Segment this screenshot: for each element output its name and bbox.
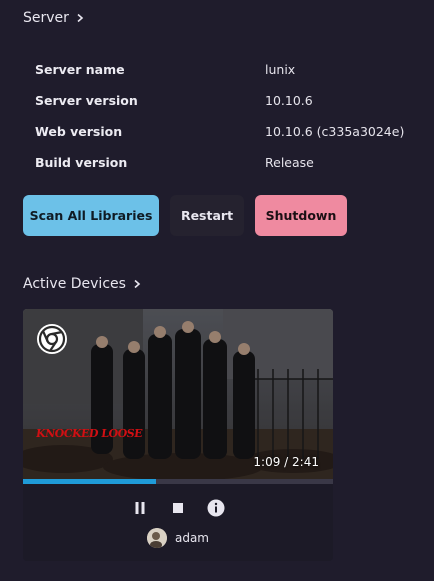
server-version-row: Server version 10.10.6 — [35, 85, 425, 116]
server-section-title[interactable]: Server — [23, 10, 85, 26]
dashboard-page: Server Server name lunix Server version … — [0, 0, 434, 581]
session-user: adam — [23, 527, 333, 549]
playback-progress-fill — [23, 479, 157, 484]
server-name-row: Server name lunix — [35, 54, 425, 85]
server-name-label: Server name — [35, 62, 125, 77]
pause-icon — [135, 502, 145, 514]
web-version-label: Web version — [35, 124, 123, 139]
server-version-value: 10.10.6 — [265, 93, 313, 108]
web-version-row: Web version 10.10.6 (c335a3024e) — [35, 116, 425, 147]
active-devices-section-title[interactable]: Active Devices — [23, 276, 142, 292]
server-title-label: Server — [23, 10, 69, 26]
chevron-right-icon — [134, 279, 141, 289]
shutdown-button[interactable]: Shutdown — [255, 195, 347, 236]
restart-button[interactable]: Restart — [170, 195, 244, 236]
info-button[interactable] — [206, 498, 226, 518]
user-avatar — [146, 528, 167, 548]
chrome-icon — [36, 323, 68, 355]
band-logo-overlay: KNOCKED LOOSE — [35, 427, 143, 440]
scan-all-libraries-button[interactable]: Scan All Libraries — [23, 195, 159, 236]
build-version-value: Release — [265, 155, 314, 170]
playback-controls — [23, 497, 333, 519]
server-name-value: lunix — [265, 62, 296, 77]
stop-button[interactable] — [168, 498, 188, 518]
chevron-right-icon — [77, 13, 84, 23]
server-info-table: Server name lunix Server version 10.10.6… — [35, 54, 425, 178]
info-icon — [207, 499, 225, 517]
build-version-row: Build version Release — [35, 147, 425, 178]
pause-button[interactable] — [130, 498, 150, 518]
server-version-label: Server version — [35, 93, 138, 108]
web-version-value: 10.10.6 (c335a3024e) — [265, 124, 405, 139]
video-frame-image — [23, 309, 333, 479]
now-playing-thumbnail[interactable]: KNOCKED LOOSE 1:09 / 2:41 — [23, 309, 333, 479]
build-version-label: Build version — [35, 155, 128, 170]
user-name: adam — [174, 531, 209, 545]
active-devices-title-label: Active Devices — [23, 276, 126, 292]
stop-icon — [173, 503, 183, 513]
playback-progress-bar[interactable] — [23, 479, 333, 484]
device-card[interactable]: KNOCKED LOOSE 1:09 / 2:41 adam — [23, 309, 333, 561]
playback-time: 1:09 / 2:41 — [253, 455, 319, 469]
